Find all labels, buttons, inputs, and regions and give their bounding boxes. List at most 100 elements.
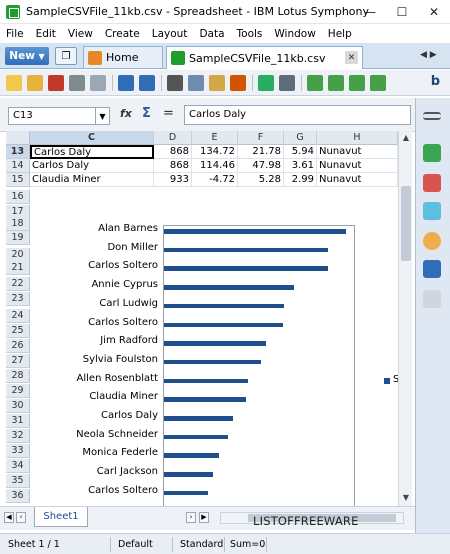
- menu-create[interactable]: Create: [99, 28, 146, 40]
- row-header[interactable]: 14: [6, 159, 30, 173]
- menu-edit[interactable]: Edit: [30, 28, 62, 40]
- navigator-icon[interactable]: [423, 232, 441, 250]
- row-header[interactable]: 35: [6, 474, 30, 488]
- cell[interactable]: 21.78: [238, 145, 284, 159]
- print-preview-icon[interactable]: [90, 74, 106, 91]
- cell[interactable]: Claudia Miner: [30, 173, 154, 187]
- cell[interactable]: 933: [154, 173, 192, 187]
- cell[interactable]: 47.98: [238, 159, 284, 173]
- row-header[interactable]: 23: [6, 292, 30, 306]
- row-header[interactable]: 27: [6, 354, 30, 368]
- row-header[interactable]: 36: [6, 489, 30, 503]
- row-header[interactable]: 34: [6, 459, 30, 473]
- chart-bar[interactable]: [164, 341, 266, 346]
- chart-bar[interactable]: [164, 247, 328, 253]
- status-selection-mode[interactable]: Standard: [180, 539, 223, 550]
- chart-bar[interactable]: [164, 416, 233, 421]
- menu-tools[interactable]: Tools: [231, 28, 269, 40]
- properties-icon[interactable]: [423, 202, 441, 220]
- cell[interactable]: 5.94: [284, 145, 317, 159]
- row-header[interactable]: 31: [6, 414, 30, 428]
- formula-input[interactable]: Carlos Daly: [184, 105, 411, 125]
- row-header[interactable]: 13: [6, 145, 30, 159]
- cell[interactable]: 3.61: [284, 159, 317, 173]
- status-page-style[interactable]: Default: [118, 539, 153, 550]
- first-sheet-icon[interactable]: ◀: [4, 512, 14, 523]
- chart-bar[interactable]: [164, 285, 294, 290]
- cell[interactable]: 5.28: [238, 173, 284, 187]
- print-icon[interactable]: [69, 74, 85, 91]
- cell[interactable]: Nunavut: [317, 145, 398, 159]
- next-sheet-icon[interactable]: ›: [186, 512, 196, 523]
- minimize-button[interactable]: —: [354, 0, 386, 24]
- row-header[interactable]: 29: [6, 384, 30, 398]
- column-header-g[interactable]: G: [284, 131, 317, 145]
- row-header[interactable]: 30: [6, 399, 30, 413]
- row-header[interactable]: 28: [6, 369, 30, 383]
- row-header[interactable]: 15: [6, 173, 30, 187]
- window-list-icon[interactable]: ❐: [55, 47, 77, 65]
- close-tab-icon[interactable]: ✕: [345, 51, 358, 64]
- last-sheet-icon[interactable]: ▶: [199, 512, 209, 523]
- row-header[interactable]: 26: [6, 339, 30, 353]
- chart-bar[interactable]: [164, 266, 328, 271]
- redo-icon[interactable]: [139, 74, 155, 91]
- row-header[interactable]: 25: [6, 324, 30, 338]
- clipboard-icon[interactable]: [423, 290, 441, 308]
- prev-sheet-icon[interactable]: ‹: [16, 512, 26, 523]
- maximize-button[interactable]: ☐: [386, 0, 418, 24]
- chart-bar[interactable]: [164, 378, 248, 384]
- cell[interactable]: 868: [154, 145, 192, 159]
- shapes-icon[interactable]: [423, 174, 441, 192]
- close-button[interactable]: ✕: [418, 0, 450, 24]
- row-header[interactable]: 33: [6, 444, 30, 458]
- chevron-down-icon[interactable]: ▼: [95, 108, 109, 124]
- open-folder-icon[interactable]: [27, 74, 43, 91]
- cell-reference-box[interactable]: C13 ▼: [8, 107, 110, 125]
- scroll-down-icon[interactable]: ▼: [399, 493, 413, 505]
- chart-bar[interactable]: [164, 472, 213, 477]
- save-icon[interactable]: [48, 74, 64, 91]
- scroll-up-icon[interactable]: ▲: [399, 133, 413, 145]
- vertical-scrollbar-thumb[interactable]: [401, 186, 411, 261]
- new-button[interactable]: New ▼: [5, 47, 49, 65]
- vertical-scrollbar[interactable]: ▲ ▼: [398, 131, 412, 506]
- tab-home[interactable]: Home: [83, 46, 163, 68]
- globe-icon[interactable]: [258, 74, 274, 91]
- cell[interactable]: Carlos Daly: [30, 159, 154, 173]
- row-header[interactable]: 24: [6, 309, 30, 323]
- menu-data[interactable]: Data: [193, 28, 230, 40]
- spreadsheet-grid[interactable]: C D E F G H 13 14 15 16 17 18 19 20 21 2…: [6, 131, 398, 506]
- formula-equals-icon[interactable]: =: [163, 106, 174, 121]
- table-icon[interactable]: [279, 74, 295, 91]
- cell[interactable]: 114.46: [192, 159, 238, 173]
- cell-c13[interactable]: Carlos Daly: [30, 145, 154, 159]
- insert-columns-icon[interactable]: [328, 74, 344, 91]
- cell[interactable]: 2.99: [284, 173, 317, 187]
- cell[interactable]: Nunavut: [317, 159, 398, 173]
- paste-icon[interactable]: [209, 74, 225, 91]
- delete-columns-icon[interactable]: [370, 74, 386, 91]
- chart-bar[interactable]: [164, 359, 261, 365]
- sum-icon[interactable]: Σ: [142, 106, 151, 121]
- select-all-corner[interactable]: [6, 131, 30, 145]
- chart-bar[interactable]: [164, 490, 208, 496]
- cell[interactable]: -4.72: [192, 173, 238, 187]
- menu-file[interactable]: File: [0, 28, 30, 40]
- column-header-f[interactable]: F: [238, 131, 284, 145]
- function-wizard-icon[interactable]: fx: [120, 107, 132, 120]
- delete-rows-icon[interactable]: [349, 74, 365, 91]
- row-header[interactable]: 19: [6, 231, 30, 245]
- bold-icon[interactable]: b: [431, 74, 440, 89]
- row-header[interactable]: 21: [6, 261, 30, 275]
- tab-document[interactable]: SampleCSVFile_11kb.csv ✕: [166, 46, 363, 69]
- cut-icon[interactable]: [167, 74, 183, 91]
- bar-chart[interactable]: Alan Barnes Don Miller Carlos Soltero Annie…: [36, 215, 398, 506]
- row-header[interactable]: 18: [6, 217, 30, 231]
- menu-view[interactable]: View: [62, 28, 99, 40]
- menu-window[interactable]: Window: [268, 28, 321, 40]
- cubes-icon[interactable]: [423, 144, 441, 162]
- functions-icon[interactable]: [423, 260, 441, 278]
- chart-bar[interactable]: [164, 322, 283, 327]
- row-header[interactable]: 22: [6, 277, 30, 291]
